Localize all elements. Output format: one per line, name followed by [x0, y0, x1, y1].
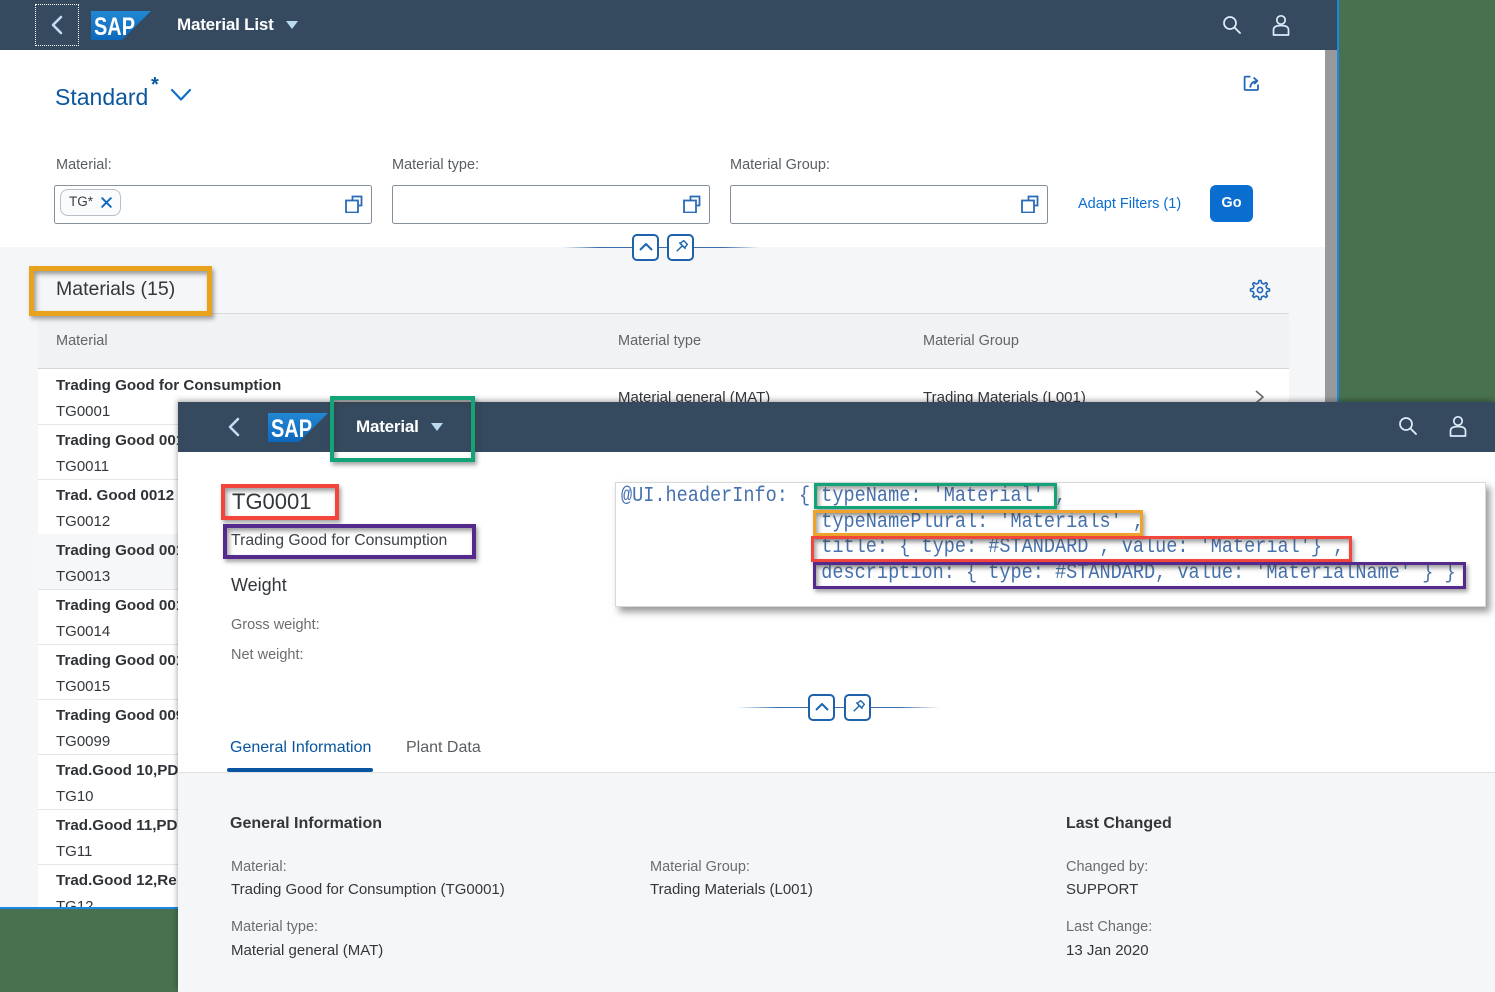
svg-text:SAP: SAP — [271, 415, 312, 442]
svg-text:SAP: SAP — [94, 13, 135, 40]
